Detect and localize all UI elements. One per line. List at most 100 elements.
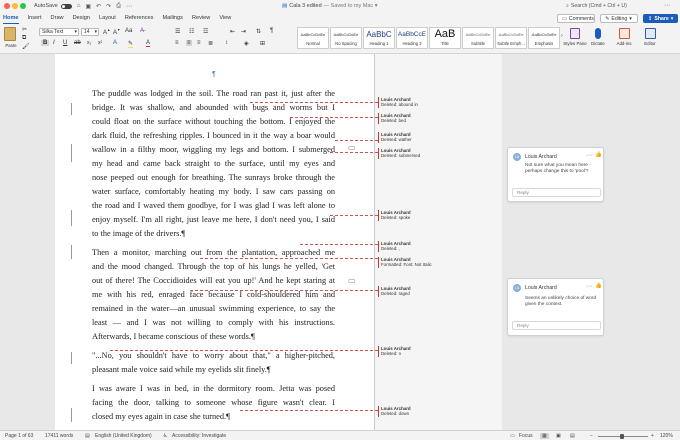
text-effects-icon[interactable]: A xyxy=(113,40,117,46)
tab-draw[interactable]: Draw xyxy=(51,12,64,24)
comments-button[interactable]: ▭ Comments xyxy=(557,14,595,23)
text-line[interactable]: water surface, comfortably heating my bo… xyxy=(92,187,335,197)
copy-icon[interactable]: ⧉ xyxy=(22,35,26,42)
font-size-select[interactable]: 14 ▾ xyxy=(81,28,99,36)
revision-balloon[interactable]: Louis Archard Formatted: Font: Not Italic xyxy=(378,257,438,268)
clipboard-icon[interactable] xyxy=(4,27,16,41)
format-painter-icon[interactable]: 🖌 xyxy=(22,43,30,50)
increase-indent-icon[interactable]: ⇥ xyxy=(241,28,246,35)
revision-balloon[interactable]: Louis Archard Deleted: , xyxy=(378,241,438,252)
revision-balloon[interactable]: Louis Archard Deleted: n xyxy=(378,346,438,357)
text-line[interactable]: nose peeped out enough for breathing. Th… xyxy=(92,173,335,183)
comment-marker-icon[interactable]: ▭ xyxy=(348,276,356,285)
align-right-icon[interactable]: ≡ xyxy=(197,40,201,46)
minimize-window-icon[interactable] xyxy=(12,3,18,9)
text-line[interactable]: and the mood changed. Through the top of… xyxy=(92,262,335,272)
font-name-select[interactable]: Silka Text ▾ xyxy=(39,28,79,36)
text-line[interactable]: my head and came back straight to the su… xyxy=(92,159,335,169)
text-line[interactable]: pleasant male voice said while my eyelid… xyxy=(92,365,335,375)
like-icon[interactable]: 👍 xyxy=(595,283,602,289)
tab-review[interactable]: Review xyxy=(192,12,210,24)
style-subtitle[interactable]: AaBbCcDdEe Subtitle xyxy=(462,27,494,49)
italic-icon[interactable]: I xyxy=(53,40,55,46)
print-icon[interactable]: ⎙ xyxy=(116,3,121,10)
text-line[interactable]: least — and I was not willing to comply … xyxy=(92,318,335,328)
home-icon[interactable]: ⌂ xyxy=(77,3,81,9)
revision-balloon[interactable]: Louis Archard Deleted: wather xyxy=(378,132,438,143)
comment-marker-icon[interactable]: ▭ xyxy=(348,143,356,152)
word-count[interactable]: 17411 words xyxy=(45,433,73,439)
undo-icon[interactable]: ↶ xyxy=(96,3,101,10)
text-line[interactable]: remained in the water—an unusual swimmin… xyxy=(92,304,335,314)
focus-button[interactable]: Focus xyxy=(519,433,533,439)
text-line[interactable]: "...No, you shouldn't have to worry abou… xyxy=(92,351,335,361)
text-line[interactable]: facing the door, talking to someone whos… xyxy=(92,398,335,408)
text-line[interactable]: me with his red, enraged face because I … xyxy=(92,290,335,300)
text-line[interactable]: Then a monitor, marching out from the pl… xyxy=(92,248,335,258)
editing-button[interactable]: ✎ Editing ▾ xyxy=(600,14,638,23)
proofing-icon[interactable]: ▤ xyxy=(85,433,90,439)
justify-icon[interactable]: ≣ xyxy=(208,40,213,47)
text-line[interactable]: wallow in a filthy moor, wiggling my leg… xyxy=(92,145,335,155)
bold-icon[interactable]: B xyxy=(41,40,50,46)
decrease-font-icon[interactable]: A▼ xyxy=(113,28,120,36)
document-title[interactable]: Cala 3 edited xyxy=(289,3,321,9)
tab-home[interactable]: Home xyxy=(3,12,19,24)
comment-card[interactable]: LA Louis Archard ⋯ 👍 Not sure what you m… xyxy=(507,147,604,202)
zoom-window-icon[interactable] xyxy=(20,3,26,9)
style-subtle-emphasis[interactable]: AaBbCcDdEe Subtle Emph... xyxy=(495,27,527,49)
styles-gallery-more-icon[interactable]: › xyxy=(561,33,563,39)
style-normal[interactable]: AaBbCcDdEe Normal xyxy=(297,27,329,49)
text-line[interactable]: could float on the surface without touch… xyxy=(92,117,335,127)
style-no-spacing[interactable]: AaBbCcDdEe No Spacing xyxy=(330,27,362,49)
align-center-icon[interactable]: ≡ xyxy=(186,40,192,46)
style-heading-2[interactable]: AaBbCcE Heading 2 xyxy=(396,27,428,49)
accessibility-status[interactable]: Accessibility: Investigate xyxy=(172,433,226,439)
save-icon[interactable]: ▣ xyxy=(85,3,91,10)
increase-font-icon[interactable]: A▲ xyxy=(103,28,110,36)
style-title[interactable]: AaB Title xyxy=(429,27,461,49)
decrease-indent-icon[interactable]: ⇤ xyxy=(230,28,235,35)
revision-balloon[interactable]: Louis Archard Deleted: raged xyxy=(378,286,438,297)
zoom-in-icon[interactable]: + xyxy=(651,433,654,439)
search-box[interactable]: ⌕ Search (Cmd + Ctrl + U) xyxy=(566,2,674,10)
text-line[interactable]: dark fluid, the refreshing ripples. I bo… xyxy=(92,131,335,141)
show-formatting-icon[interactable]: ¶ xyxy=(270,28,273,34)
web-layout-icon[interactable]: ▣ xyxy=(556,433,561,439)
revision-balloon[interactable]: Louis Archard Deleted: down xyxy=(378,406,438,417)
more-options-icon[interactable]: ⋯ xyxy=(586,283,592,290)
text-line[interactable]: to the image of the drivers.¶ xyxy=(92,229,335,239)
sort-icon[interactable]: ⇅ xyxy=(256,28,261,35)
text-line[interactable]: The puddle was lodged in the soil. The r… xyxy=(92,89,335,99)
style-emphasis[interactable]: AaBbCcDdEe Emphasis xyxy=(528,27,560,49)
numbering-icon[interactable]: ☷ xyxy=(189,28,194,35)
zoom-slider-handle[interactable] xyxy=(620,433,624,439)
zoom-out-icon[interactable]: − xyxy=(590,433,593,439)
text-line[interactable]: enjoy myself. I'm all right, just leave … xyxy=(92,215,335,225)
focus-icon[interactable]: ▭ xyxy=(510,433,515,439)
autosave-toggle[interactable] xyxy=(60,3,72,9)
revision-balloon[interactable]: Louis Archard Deleted: spoke xyxy=(378,210,438,221)
zoom-level[interactable]: 120% xyxy=(660,433,673,439)
tab-insert[interactable]: Insert xyxy=(28,12,42,24)
reply-input[interactable]: Reply xyxy=(512,188,601,197)
strikethrough-icon[interactable]: ab xyxy=(74,40,81,46)
revision-balloon[interactable]: Louis Archard Deleted: submersed xyxy=(378,148,438,159)
redo-icon[interactable]: ↷ xyxy=(106,3,111,10)
tab-view[interactable]: View xyxy=(219,12,231,24)
tab-layout[interactable]: Layout xyxy=(99,12,116,24)
styles-pane-icon[interactable] xyxy=(570,28,580,39)
reply-input[interactable]: Reply xyxy=(512,321,601,330)
more-options-icon[interactable]: ⋯ xyxy=(664,2,670,9)
text-line[interactable]: Afterwards, I became conscious of these … xyxy=(92,332,335,342)
clear-formatting-icon[interactable]: A̶ xyxy=(140,28,144,34)
text-line[interactable]: the road and I waved them goodbye, for I… xyxy=(92,201,335,211)
font-color-icon[interactable]: A xyxy=(146,40,151,47)
tab-mailings[interactable]: Mailings xyxy=(162,12,183,24)
add-ins-icon[interactable] xyxy=(619,28,630,39)
more-icon[interactable]: ⋯ xyxy=(126,3,132,10)
borders-icon[interactable]: ⊞ xyxy=(260,40,265,47)
line-spacing-icon[interactable]: ↕ xyxy=(225,40,228,46)
page-count[interactable]: Page 1 of 63 xyxy=(5,433,33,439)
revision-balloon[interactable]: Louis Archard Deleted: abound in xyxy=(378,97,438,108)
